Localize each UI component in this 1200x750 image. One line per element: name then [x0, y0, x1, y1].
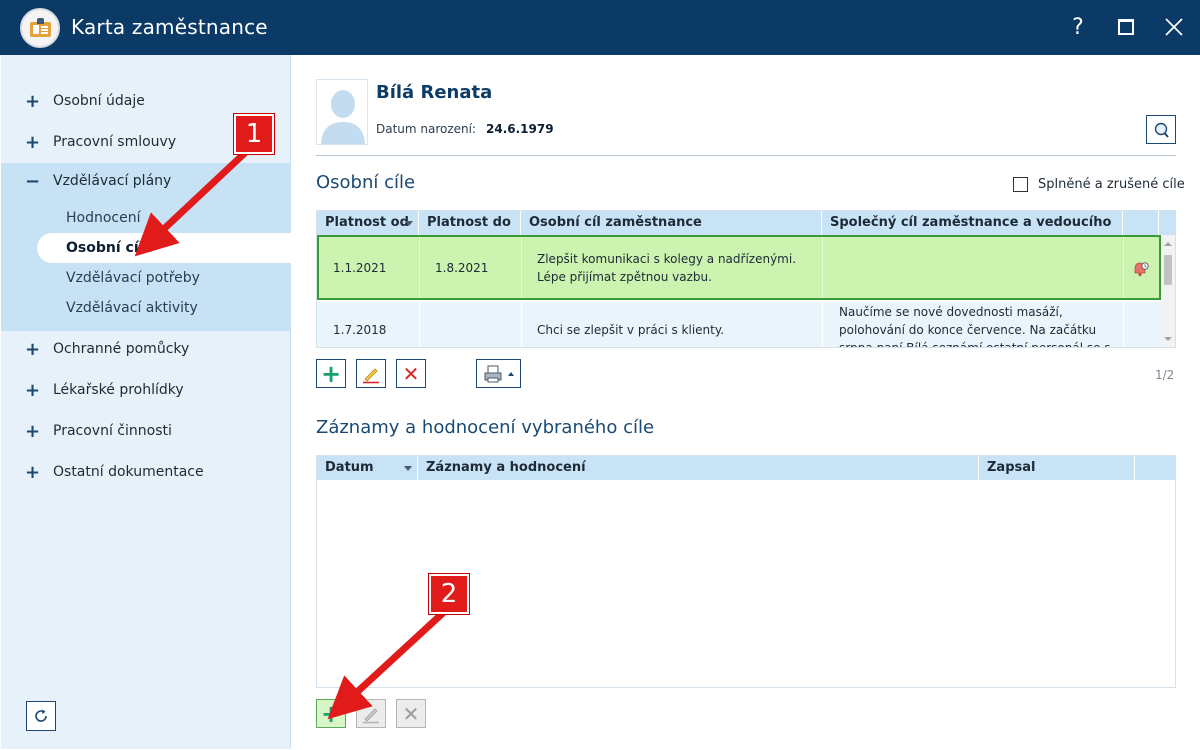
callout-badge-1: 1	[234, 114, 274, 154]
callout-badge-2: 2	[429, 574, 469, 614]
col-header-datum[interactable]: Datum	[317, 456, 418, 480]
cell-platnost-od: 1.7.2018	[333, 323, 387, 337]
window-title: Karta zaměstnance	[71, 15, 268, 39]
cell-platnost-do: 1.8.2021	[435, 261, 489, 275]
printer-icon	[484, 365, 501, 382]
sidebar-item-label: Vzdělávací plány	[53, 173, 172, 189]
avatar	[316, 79, 368, 145]
delete-goal-button[interactable]: ✕	[396, 359, 426, 388]
cell-platnost-od: 1.1.2021	[333, 261, 387, 275]
col-header-zapsal[interactable]: Zapsal	[979, 456, 1135, 480]
sidebar-subitem-osobni-cile[interactable]: Osobní cíle	[37, 233, 291, 263]
header-divider	[316, 155, 1176, 156]
cell-osobni-cil-line2: Lépe přijímat zpětnou vazbu.	[537, 270, 712, 284]
delete-record-button[interactable]: ✕	[396, 699, 426, 728]
sidebar-item-label: Pracovní smlouvy	[53, 134, 177, 150]
sidebar-item-label: Lékařské prohlídky	[53, 382, 184, 398]
goals-section-title: Osobní cíle	[316, 172, 416, 193]
chevron-up-icon	[507, 371, 514, 376]
dob-label: Datum narození:	[376, 122, 477, 136]
close-icon	[1165, 18, 1183, 36]
delete-icon: ✕	[402, 361, 420, 386]
maximize-button[interactable]	[1108, 9, 1144, 45]
add-record-button[interactable]: +	[316, 699, 346, 728]
pencil-icon	[363, 367, 379, 383]
expand-icon: +	[25, 90, 41, 112]
col-header-platnost-od[interactable]: Platnost od	[317, 211, 419, 235]
sidebar-item-ochranne-pomucky[interactable]: + Ochranné pomůcky	[1, 331, 291, 367]
completed-cancelled-checkbox[interactable]: Splněné a zrušené cíle	[1013, 177, 1185, 192]
goals-grid: Platnost od Platnost do Osobní cíl zaměs…	[316, 210, 1176, 348]
expand-icon: +	[25, 131, 41, 153]
sort-desc-icon	[404, 466, 412, 471]
add-goal-button[interactable]: +	[316, 359, 346, 388]
table-row[interactable]: 1.1.2021 1.8.2021 Zlepšit komunikaci s k…	[317, 235, 1161, 300]
search-icon	[1154, 122, 1169, 138]
col-header-actions	[1123, 211, 1159, 235]
cell-spolecny-cil-line3: srpna paní Bílá seznámí ostatní personál…	[839, 341, 1111, 348]
employee-card-icon	[20, 8, 60, 48]
records-grid-header: Datum Záznamy a hodnocení Zapsal	[317, 456, 1175, 480]
sidebar-subitem-vzdelavaci-aktivity[interactable]: Vzdělávací aktivity	[66, 300, 198, 316]
cell-spolecny-cil-line2: polohování do konce července. Na začátku	[839, 323, 1097, 337]
sidebar-item-pracovni-cinnosti[interactable]: + Pracovní činnosti	[1, 413, 291, 449]
collapse-icon: −	[25, 170, 41, 192]
expand-icon: +	[25, 420, 41, 442]
sidebar-subitem-hodnoceni[interactable]: Hodnocení	[66, 210, 141, 226]
delete-icon: ✕	[402, 701, 420, 726]
sidebar-item-label: Ochranné pomůcky	[53, 341, 190, 357]
search-button[interactable]	[1146, 115, 1176, 144]
sidebar-item-label: Ostatní dokumentace	[53, 464, 204, 480]
goals-grid-scrollbar[interactable]	[1161, 235, 1175, 347]
sidebar-item-label: Osobní údaje	[53, 93, 145, 109]
goals-grid-header: Platnost od Platnost do Osobní cíl zaměs…	[317, 211, 1175, 235]
help-button[interactable]: ?	[1060, 9, 1096, 45]
reminder-bell-icon[interactable]	[1131, 259, 1151, 279]
edit-record-button[interactable]	[356, 699, 386, 728]
checkbox-box[interactable]	[1013, 177, 1028, 192]
expand-icon: +	[25, 338, 41, 360]
sidebar-item-ostatni-dokumentace[interactable]: + Ostatní dokumentace	[1, 454, 291, 490]
expand-icon: +	[25, 379, 41, 401]
edit-goal-button[interactable]	[356, 359, 386, 388]
maximize-icon	[1118, 19, 1134, 35]
col-header-zaznamy[interactable]: Záznamy a hodnocení	[418, 456, 979, 480]
pencil-icon	[363, 707, 379, 723]
records-section-title: Záznamy a hodnocení vybraného cíle	[316, 417, 655, 438]
cell-osobni-cil-line1: Zlepšit komunikaci s kolegy a nadřízeným…	[537, 252, 797, 266]
scroll-up-icon[interactable]	[1164, 242, 1172, 246]
expand-icon: +	[25, 461, 41, 483]
dob-value: 24.6.1979	[486, 122, 554, 136]
print-button[interactable]	[476, 359, 521, 388]
col-header-spolecny-cil[interactable]: Společný cíl zaměstnance a vedoucího	[822, 211, 1123, 235]
page-indicator: 1/2	[1155, 368, 1175, 382]
cell-spolecny-cil-line1: Naučíme se nové dovednosti masáží,	[839, 305, 1063, 319]
cell-osobni-cil-line1: Chci se zlepšit v práci s klienty.	[537, 323, 725, 337]
plus-icon: +	[320, 699, 342, 728]
sidebar-item-label: Pracovní činnosti	[53, 423, 172, 439]
sidebar-item-vzdelavaci-plany[interactable]: − Vzdělávací plány	[1, 163, 291, 199]
scroll-down-icon[interactable]	[1164, 337, 1172, 341]
sort-desc-icon	[405, 221, 413, 226]
title-bar: Karta zaměstnance ?	[0, 0, 1200, 55]
table-row[interactable]: 1.7.2018 Chci se zlepšit v práci s klien…	[317, 302, 1161, 348]
sidebar-subitems: Hodnocení Osobní cíle Vzdělávací potřeby…	[1, 197, 291, 331]
close-button[interactable]	[1156, 9, 1192, 45]
sidebar-subitem-vzdelavaci-potreby[interactable]: Vzdělávací potřeby	[66, 270, 200, 286]
sidebar-item-lekarske-prohlidky[interactable]: + Lékařské prohlídky	[1, 372, 291, 408]
refresh-icon	[35, 709, 47, 722]
person-silhouette-icon	[321, 90, 365, 144]
col-header-osobni-cil[interactable]: Osobní cíl zaměstnance	[521, 211, 822, 235]
scroll-thumb[interactable]	[1164, 255, 1172, 285]
checkbox-label: Splněné a zrušené cíle	[1038, 177, 1185, 192]
refresh-button[interactable]	[26, 701, 56, 731]
col-header-platnost-do[interactable]: Platnost do	[419, 211, 521, 235]
col-header-actions	[1135, 456, 1175, 480]
employee-name: Bílá Renata	[376, 82, 493, 103]
plus-icon: +	[320, 359, 342, 388]
sidebar: + Osobní údaje + Pracovní smlouvy − Vzdě…	[1, 55, 291, 749]
records-grid: Datum Záznamy a hodnocení Zapsal	[316, 455, 1176, 688]
